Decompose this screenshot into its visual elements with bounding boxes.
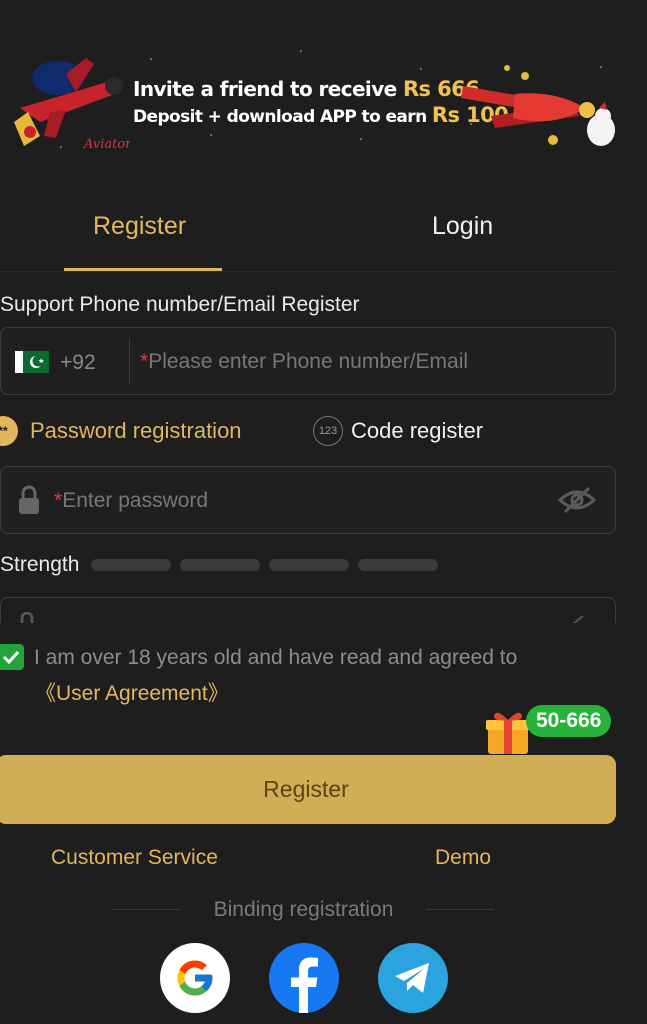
- required-mark: *: [140, 350, 149, 373]
- telegram-icon: [395, 963, 429, 993]
- promo-banner[interactable]: Aviator Invite a friend to receive Rs 66…: [0, 38, 647, 158]
- password-field[interactable]: *Enter password: [0, 466, 616, 534]
- facebook-icon: [291, 957, 318, 1013]
- customer-service-link[interactable]: Customer Service: [51, 846, 218, 870]
- register-button[interactable]: Register: [0, 755, 616, 824]
- binding-registration-label: Binding registration: [213, 898, 394, 921]
- strength-bar: [358, 559, 438, 571]
- auth-tabs: Register Login: [0, 196, 616, 272]
- password-registration-option[interactable]: ** Password registration: [0, 416, 242, 446]
- phone-placeholder: Please enter Phone number/Email: [148, 350, 469, 373]
- code-123-icon: 123: [313, 416, 343, 446]
- eye-off-icon[interactable]: [569, 616, 589, 623]
- pakistan-flag-icon[interactable]: [15, 351, 49, 373]
- confirm-password-field[interactable]: [0, 597, 616, 623]
- strength-bar: [91, 559, 171, 571]
- aviator-logo-text: Aviator: [83, 137, 130, 152]
- telegram-login-button[interactable]: [378, 943, 448, 1013]
- password-input[interactable]: *Enter password: [54, 489, 208, 513]
- strength-bar: [180, 559, 260, 571]
- field-divider: [129, 338, 130, 384]
- banner-line2-text: Deposit + download APP to earn: [133, 107, 427, 127]
- code-register-label: Code register: [351, 418, 484, 443]
- password-placeholder: Enter password: [62, 489, 209, 512]
- red-plane-icon: [461, 65, 615, 146]
- agree-text: I am over 18 years old and have read and…: [34, 646, 518, 669]
- phone-email-input[interactable]: *Please enter Phone number/Email: [140, 350, 468, 374]
- banner-text: Invite a friend to receive Rs 666 Deposi…: [133, 76, 509, 130]
- divider-line: [426, 909, 494, 910]
- google-login-button[interactable]: [160, 943, 230, 1013]
- aviator-logo-plane-icon: Aviator: [14, 58, 130, 152]
- demo-link[interactable]: Demo: [435, 846, 491, 870]
- checkmark-icon: [2, 650, 20, 664]
- phone-email-field[interactable]: +92 *Please enter Phone number/Email: [0, 327, 616, 395]
- password-registration-label: Password registration: [30, 418, 242, 443]
- agree-checkbox[interactable]: [0, 644, 24, 670]
- required-mark: *: [54, 489, 63, 512]
- password-dots-icon: **: [0, 416, 18, 446]
- gift-reward-badge[interactable]: 50-666: [526, 705, 612, 737]
- register-method-label: Support Phone number/Email Register: [0, 293, 360, 316]
- active-tab-indicator: [64, 268, 222, 271]
- lock-icon: [19, 485, 39, 514]
- tab-login[interactable]: Login: [432, 212, 493, 241]
- google-icon: [177, 960, 213, 996]
- strength-label: Strength: [0, 553, 80, 576]
- facebook-login-button[interactable]: [269, 943, 339, 1013]
- eye-off-icon[interactable]: [557, 484, 597, 516]
- user-agreement-link[interactable]: 《User Agreement》: [35, 677, 229, 707]
- strength-bar: [269, 559, 349, 571]
- lock-icon: [20, 612, 34, 623]
- country-code[interactable]: +92: [60, 351, 96, 375]
- tab-register[interactable]: Register: [93, 212, 186, 241]
- banner-line1-text: Invite a friend to receive: [133, 77, 397, 101]
- code-register-option[interactable]: 123 Code register: [313, 416, 483, 446]
- gift-box-icon[interactable]: [486, 708, 530, 756]
